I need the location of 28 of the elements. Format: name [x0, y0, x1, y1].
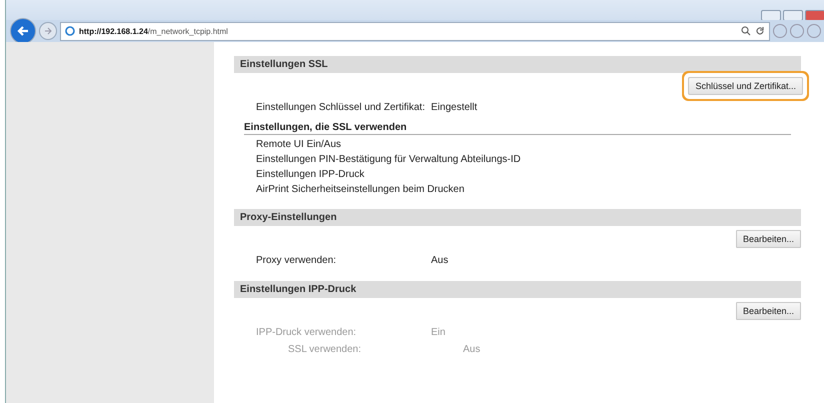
setting-label: SSL verwenden: [287, 344, 362, 355]
forward-button[interactable] [39, 22, 57, 40]
subheading: Einstellungen, die SSL verwenden [244, 122, 791, 135]
setting-label: Proxy verwenden: [256, 255, 338, 266]
edit-button[interactable]: Bearbeiten... [736, 230, 801, 248]
globe-icon [65, 26, 75, 36]
list-item: Einstellungen IPP-Druck [255, 168, 366, 182]
section-header: Einstellungen IPP-Druck [234, 281, 801, 298]
close-button[interactable] [805, 10, 824, 21]
list-item: Einstellungen PIN-Bestätigung für Verwaltung Abteilungs-ID [255, 153, 522, 167]
search-icon[interactable] [741, 26, 751, 36]
maximize-button[interactable] [783, 10, 803, 21]
setting-value: Eingestellt [431, 102, 478, 113]
refresh-icon[interactable] [755, 26, 765, 36]
left-arrow-icon [16, 24, 30, 38]
setting-label: IPP-Druck verwenden: [256, 327, 358, 338]
section-header: Proxy-Einstellungen [234, 209, 801, 226]
setting-label: Einstellungen Schlüssel und Zertifikat: [256, 102, 426, 113]
list-item: AirPrint Sicherheitseinstellungen beim Drucken [255, 183, 466, 197]
setting-value: Aus [463, 344, 480, 355]
setting-value: Ein [431, 327, 446, 338]
minimize-button[interactable] [761, 10, 781, 21]
address-bar[interactable]: http://192.168.1.24/m_network_tcpip.html [60, 22, 770, 40]
setting-value: Aus [431, 255, 448, 266]
edit-button[interactable]: Bearbeiten... [736, 302, 801, 320]
list-item: Remote UI Ein/Aus [255, 138, 342, 152]
right-arrow-icon [44, 27, 52, 35]
section-header: Einstellungen SSL [234, 56, 801, 73]
